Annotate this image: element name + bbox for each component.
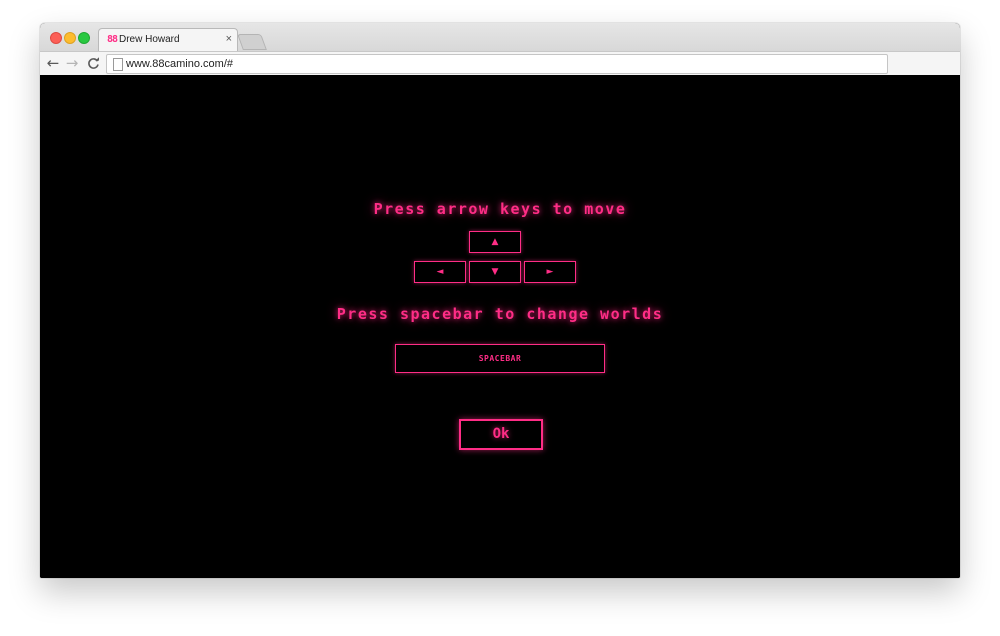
back-arrow-icon[interactable]: ← (45, 54, 61, 72)
arrow-down-key[interactable]: ▼ (469, 261, 521, 283)
arrow-up-key[interactable]: ▲ (469, 231, 521, 253)
forward-arrow-icon[interactable]: → (64, 54, 80, 72)
reload-icon[interactable] (85, 54, 101, 72)
spacebar-key[interactable]: SPACEBAR (395, 344, 605, 373)
url-text[interactable]: www.88camino.com/# (126, 57, 233, 71)
page-viewport: Press arrow keys to move ▲ ◄ ▼ ► Press s… (40, 75, 960, 578)
browser-tab[interactable]: 88 Drew Howard × (98, 28, 238, 52)
zoom-window-button[interactable] (78, 32, 90, 44)
close-window-button[interactable] (50, 32, 62, 44)
ok-button[interactable]: Ok (459, 419, 543, 450)
move-instruction: Press arrow keys to move (373, 200, 627, 218)
address-bar[interactable]: www.88camino.com/# (106, 54, 888, 74)
tab-title: Drew Howard (119, 34, 180, 45)
world-instruction: Press spacebar to change worlds (336, 305, 664, 323)
minimize-window-button[interactable] (64, 32, 76, 44)
arrow-right-key[interactable]: ► (524, 261, 576, 283)
browser-window: 88 Drew Howard × ← → www.88camino.com/# … (40, 23, 960, 578)
tab-strip: 88 Drew Howard × (40, 23, 960, 52)
page-icon (113, 58, 123, 71)
arrow-left-key[interactable]: ◄ (414, 261, 466, 283)
favicon-icon: 88 (107, 34, 118, 45)
tab-close-icon[interactable]: × (226, 33, 232, 45)
new-tab-button[interactable] (237, 34, 267, 50)
browser-toolbar: ← → www.88camino.com/# (40, 51, 960, 77)
